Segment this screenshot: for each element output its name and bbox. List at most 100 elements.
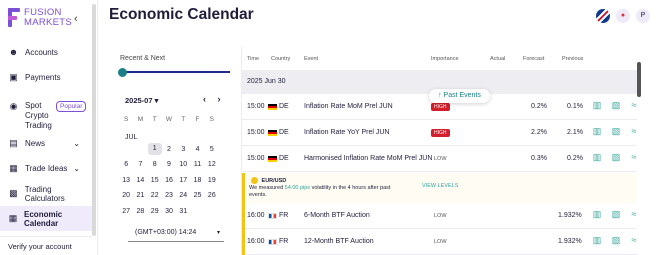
trend-chart-icon[interactable]: ≈ xyxy=(629,151,639,163)
day-cell[interactable]: 15 xyxy=(148,177,162,184)
bar-chart-icon[interactable]: ▧ xyxy=(611,208,621,220)
weekday-header: S M T W T F S xyxy=(119,112,219,128)
avatar[interactable]: P xyxy=(636,9,650,23)
day-cell[interactable]: 10 xyxy=(176,161,190,168)
header-actions: ● P xyxy=(596,9,650,23)
calendar-add-icon[interactable]: ▥ xyxy=(592,151,602,163)
table-row[interactable]: 15:00 DE Inflation Rate YoY Prel JUN HIG… xyxy=(242,120,637,146)
sidebar-item-news[interactable]: ▤ News ⌄ xyxy=(0,131,92,156)
sidebar-item-accounts[interactable]: ☻ Accounts xyxy=(0,40,92,65)
month-navigation: ‹ › xyxy=(203,94,230,104)
day-cell[interactable]: 27 xyxy=(119,208,133,215)
day-cell[interactable]: 19 xyxy=(205,177,219,184)
day-cell[interactable]: 28 xyxy=(133,208,147,215)
bar-chart-icon[interactable]: ▧ xyxy=(611,151,621,163)
sidebar-item-label: Trading Calculators xyxy=(24,184,65,203)
collapse-sidebar-icon[interactable]: ‹ xyxy=(74,13,78,25)
event-name[interactable]: 12-Month BTF Auction xyxy=(304,238,374,245)
table-row[interactable]: 15:00 DE Harmonised Inflation Rate MoM P… xyxy=(242,146,637,172)
trend-chart-icon[interactable]: ≈ xyxy=(629,234,639,246)
range-slider-track[interactable] xyxy=(122,71,230,73)
day-cell[interactable]: 3 xyxy=(176,146,190,153)
event-time: 15:00 xyxy=(247,155,265,162)
trend-chart-icon[interactable]: ≈ xyxy=(629,99,639,111)
news-icon: ▤ xyxy=(9,138,18,148)
sidebar: FUSION MARKETS ‹ ☻ Accounts ▣ Payments ◉… xyxy=(0,0,98,255)
event-name[interactable]: 6-Month BTF Auction xyxy=(304,212,370,219)
weekday-label: T xyxy=(152,116,157,124)
day-cell[interactable]: 11 xyxy=(190,161,204,168)
day-cell[interactable]: 13 xyxy=(119,177,133,184)
day-cell[interactable]: 26 xyxy=(205,192,219,199)
day-cell[interactable]: 17 xyxy=(176,177,190,184)
table-scrollbar[interactable] xyxy=(637,62,641,97)
event-name[interactable]: Harmonised Inflation Rate MoM Prel JUN xyxy=(304,155,432,162)
past-events-button[interactable]: ↑ Past Events xyxy=(429,89,490,103)
trend-chart-icon[interactable]: ≈ xyxy=(629,125,639,137)
calendar-add-icon[interactable]: ▥ xyxy=(592,208,602,220)
day-cell[interactable]: 8 xyxy=(148,161,162,168)
event-previous: 0.2% xyxy=(567,155,583,162)
day-cell-selected[interactable]: 1 xyxy=(147,143,162,156)
calendar-add-icon[interactable]: ▥ xyxy=(592,234,602,246)
day-cell[interactable]: 20 xyxy=(119,192,133,199)
sidebar-item-trading-calculators[interactable]: ▩ Trading Calculators xyxy=(0,181,92,206)
table-row[interactable]: 16:00 FR 12-Month BTF Auction LOW 1.932%… xyxy=(242,229,637,255)
month-select[interactable]: 2025-07 ▾ xyxy=(125,96,158,105)
page-title: Economic Calendar xyxy=(109,6,254,23)
notification-icon[interactable]: ● xyxy=(616,9,630,23)
day-cell[interactable]: 22 xyxy=(148,192,162,199)
day-cell[interactable]: 14 xyxy=(133,177,147,184)
language-flag-icon[interactable] xyxy=(596,9,610,23)
timezone-select[interactable]: (GMT+03:00) 14:24 ▾ xyxy=(128,229,224,241)
next-month-icon[interactable]: › xyxy=(218,94,221,104)
day-cell[interactable]: 24 xyxy=(176,192,190,199)
importance-badge: HIGH xyxy=(431,129,450,137)
event-country: DE xyxy=(279,103,289,110)
calendar-add-icon[interactable]: ▥ xyxy=(592,125,602,137)
sidebar-nav: ☻ Accounts ▣ Payments ◉ Spot Crypto Trad… xyxy=(0,40,92,231)
day-cell[interactable]: 2 xyxy=(162,146,176,153)
sidebar-scrollbar[interactable] xyxy=(92,4,96,236)
day-cell[interactable]: 31 xyxy=(176,208,190,215)
day-cell[interactable]: 7 xyxy=(133,161,147,168)
table-row[interactable]: 16:00 FR 6-Month BTF Auction LOW 1.932% … xyxy=(242,203,637,229)
day-cell[interactable]: 18 xyxy=(190,177,204,184)
day-cell[interactable]: 29 xyxy=(148,208,162,215)
brand-name: FUSION MARKETS xyxy=(24,7,73,28)
brand-logo[interactable]: FUSION MARKETS xyxy=(8,8,72,28)
day-cell[interactable]: 5 xyxy=(205,146,219,153)
bar-chart-icon[interactable]: ▧ xyxy=(611,234,621,246)
weekday-label: W xyxy=(165,116,173,124)
day-cell[interactable]: 30 xyxy=(162,208,176,215)
calendar-add-icon[interactable]: ▥ xyxy=(592,99,602,111)
col-header-actual: Actual xyxy=(490,56,506,62)
event-previous: 0.1% xyxy=(567,103,583,110)
verify-account-link[interactable]: Verify your account xyxy=(8,242,72,251)
range-slider-handle[interactable] xyxy=(118,68,127,77)
day-cell[interactable]: 23 xyxy=(162,192,176,199)
day-cell[interactable]: 4 xyxy=(190,146,204,153)
day-cell[interactable]: 16 xyxy=(162,177,176,184)
promo-symbol: EUR/USD xyxy=(261,177,287,184)
day-cell[interactable]: 6 xyxy=(119,161,133,168)
bar-chart-icon[interactable]: ▧ xyxy=(611,125,621,137)
prev-month-icon[interactable]: ‹ xyxy=(203,94,206,104)
day-cell[interactable]: 25 xyxy=(190,192,204,199)
chevron-down-icon[interactable]: ⌄ xyxy=(73,164,80,173)
sidebar-item-spot-crypto-trading[interactable]: ◉ Spot Crypto Trading Popular xyxy=(0,90,92,131)
chevron-down-icon[interactable]: ⌄ xyxy=(73,139,80,148)
sidebar-item-economic-calendar[interactable]: ▦ Economic Calendar xyxy=(0,206,92,231)
trend-chart-icon[interactable]: ≈ xyxy=(629,208,639,220)
day-cell[interactable]: 9 xyxy=(162,161,176,168)
sidebar-item-payments[interactable]: ▣ Payments xyxy=(0,65,92,90)
view-levels-link[interactable]: VIEW LEVELS xyxy=(422,183,458,189)
bar-chart-icon[interactable]: ▧ xyxy=(611,99,621,111)
event-name[interactable]: Inflation Rate YoY Prel JUN xyxy=(304,129,389,136)
event-name[interactable]: Inflation Rate MoM Prel JUN xyxy=(304,103,393,110)
sidebar-item-trade-ideas[interactable]: ▦ Trade Ideas ⌄ xyxy=(0,156,92,181)
volatility-insight: EUR/USD We measured 54.00 pips volatilit… xyxy=(242,173,637,203)
day-cell[interactable]: 12 xyxy=(205,161,219,168)
col-header-time: Time xyxy=(247,56,260,62)
day-cell[interactable]: 21 xyxy=(133,192,147,199)
